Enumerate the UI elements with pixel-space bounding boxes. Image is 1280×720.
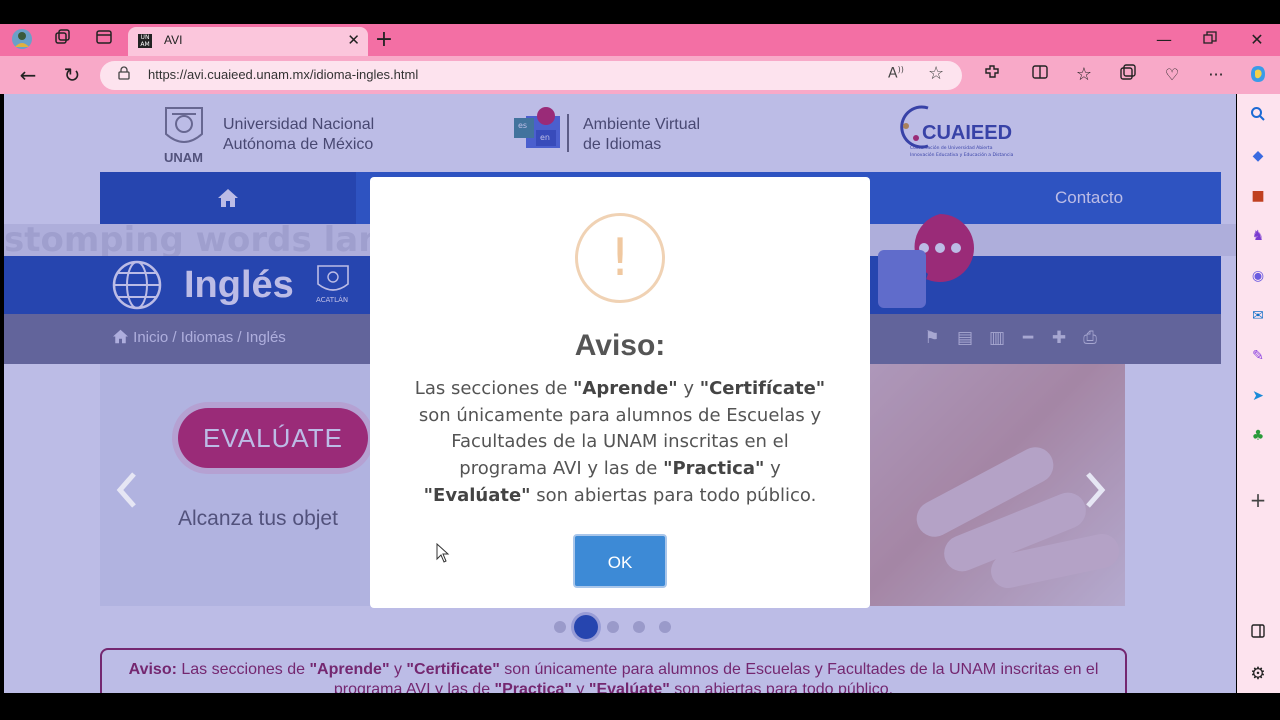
new-tab-icon[interactable]: + [372,28,396,52]
modal-text-part: y [764,458,781,480]
modal-message: Las secciones de "Aprende" y "Certifícat… [410,376,830,510]
tab-actions-icon[interactable] [92,28,116,52]
copilot-icon[interactable] [1246,63,1270,87]
back-icon[interactable]: ← [16,63,40,87]
mouse-cursor-icon [436,542,450,567]
bottom-black-bar [0,693,1280,720]
split-screen-icon[interactable] [1028,63,1052,87]
workspaces-icon[interactable] [50,28,74,52]
refresh-icon[interactable]: ↻ [60,63,84,87]
sidebar-toggle-icon[interactable] [1248,624,1268,644]
read-aloud-icon[interactable]: A)) [888,65,904,82]
add-sidebar-app-icon[interactable]: + [1248,490,1268,510]
modal-text-part: Las secciones de [414,378,574,399]
restore-icon[interactable] [1198,28,1222,52]
tab-title: AVI [164,33,183,47]
modal-text-part: y [677,378,700,399]
toolbox-icon[interactable]: ■ [1248,186,1268,206]
minimize-icon[interactable]: — [1152,28,1176,52]
unam-favicon-icon: UN AM [138,34,152,48]
modal-title: Aviso: [574,329,666,362]
address-bar[interactable]: https://avi.cuaieed.unam.mx/idioma-ingle… [100,61,962,90]
close-window-icon[interactable]: ✕ [1245,28,1269,52]
url-text: https://avi.cuaieed.unam.mx/idioma-ingle… [148,67,419,82]
modal-practica: "Practica" [663,458,765,480]
warning-icon: ! [575,213,665,303]
slider-prev-icon[interactable] [114,470,138,520]
browser-essentials-icon[interactable]: ♡ [1160,63,1184,87]
search-icon[interactable] [1248,106,1268,126]
modal-aprende: "Aprende" [573,378,678,399]
slider-next-icon[interactable] [1084,470,1108,520]
microsoft-365-icon[interactable]: ◉ [1248,266,1268,286]
modal-evaluate: "Evalúate" [423,484,531,506]
collections-icon[interactable] [1116,63,1140,87]
more-options-icon[interactable]: ··· [1204,63,1228,87]
games-icon[interactable]: ♞ [1248,226,1268,246]
lock-icon [118,66,130,84]
top-black-bar [0,0,1280,24]
modal-certificate: "Certifícate" [699,378,826,399]
outlook-icon[interactable]: ✉ [1248,306,1268,326]
close-tab-icon[interactable]: ✕ [347,31,360,49]
shopping-tag-icon[interactable]: ◆ [1248,146,1268,166]
tab-avi[interactable]: UN AM AVI ✕ [128,27,368,56]
ok-button[interactable]: OK [573,534,667,588]
favorite-star-icon[interactable]: ☆ [928,63,944,84]
modal-text-part: son abiertas para todo público. [530,484,817,506]
favorites-icon[interactable]: ☆ [1072,63,1096,87]
profile-avatar-icon[interactable] [10,28,34,52]
designer-icon[interactable]: ✎ [1248,346,1268,366]
extensions-icon[interactable] [980,63,1004,87]
settings-gear-icon[interactable]: ⚙ [1248,664,1268,684]
tree-icon[interactable]: ♣ [1248,426,1268,446]
send-icon[interactable]: ➤ [1248,386,1268,406]
